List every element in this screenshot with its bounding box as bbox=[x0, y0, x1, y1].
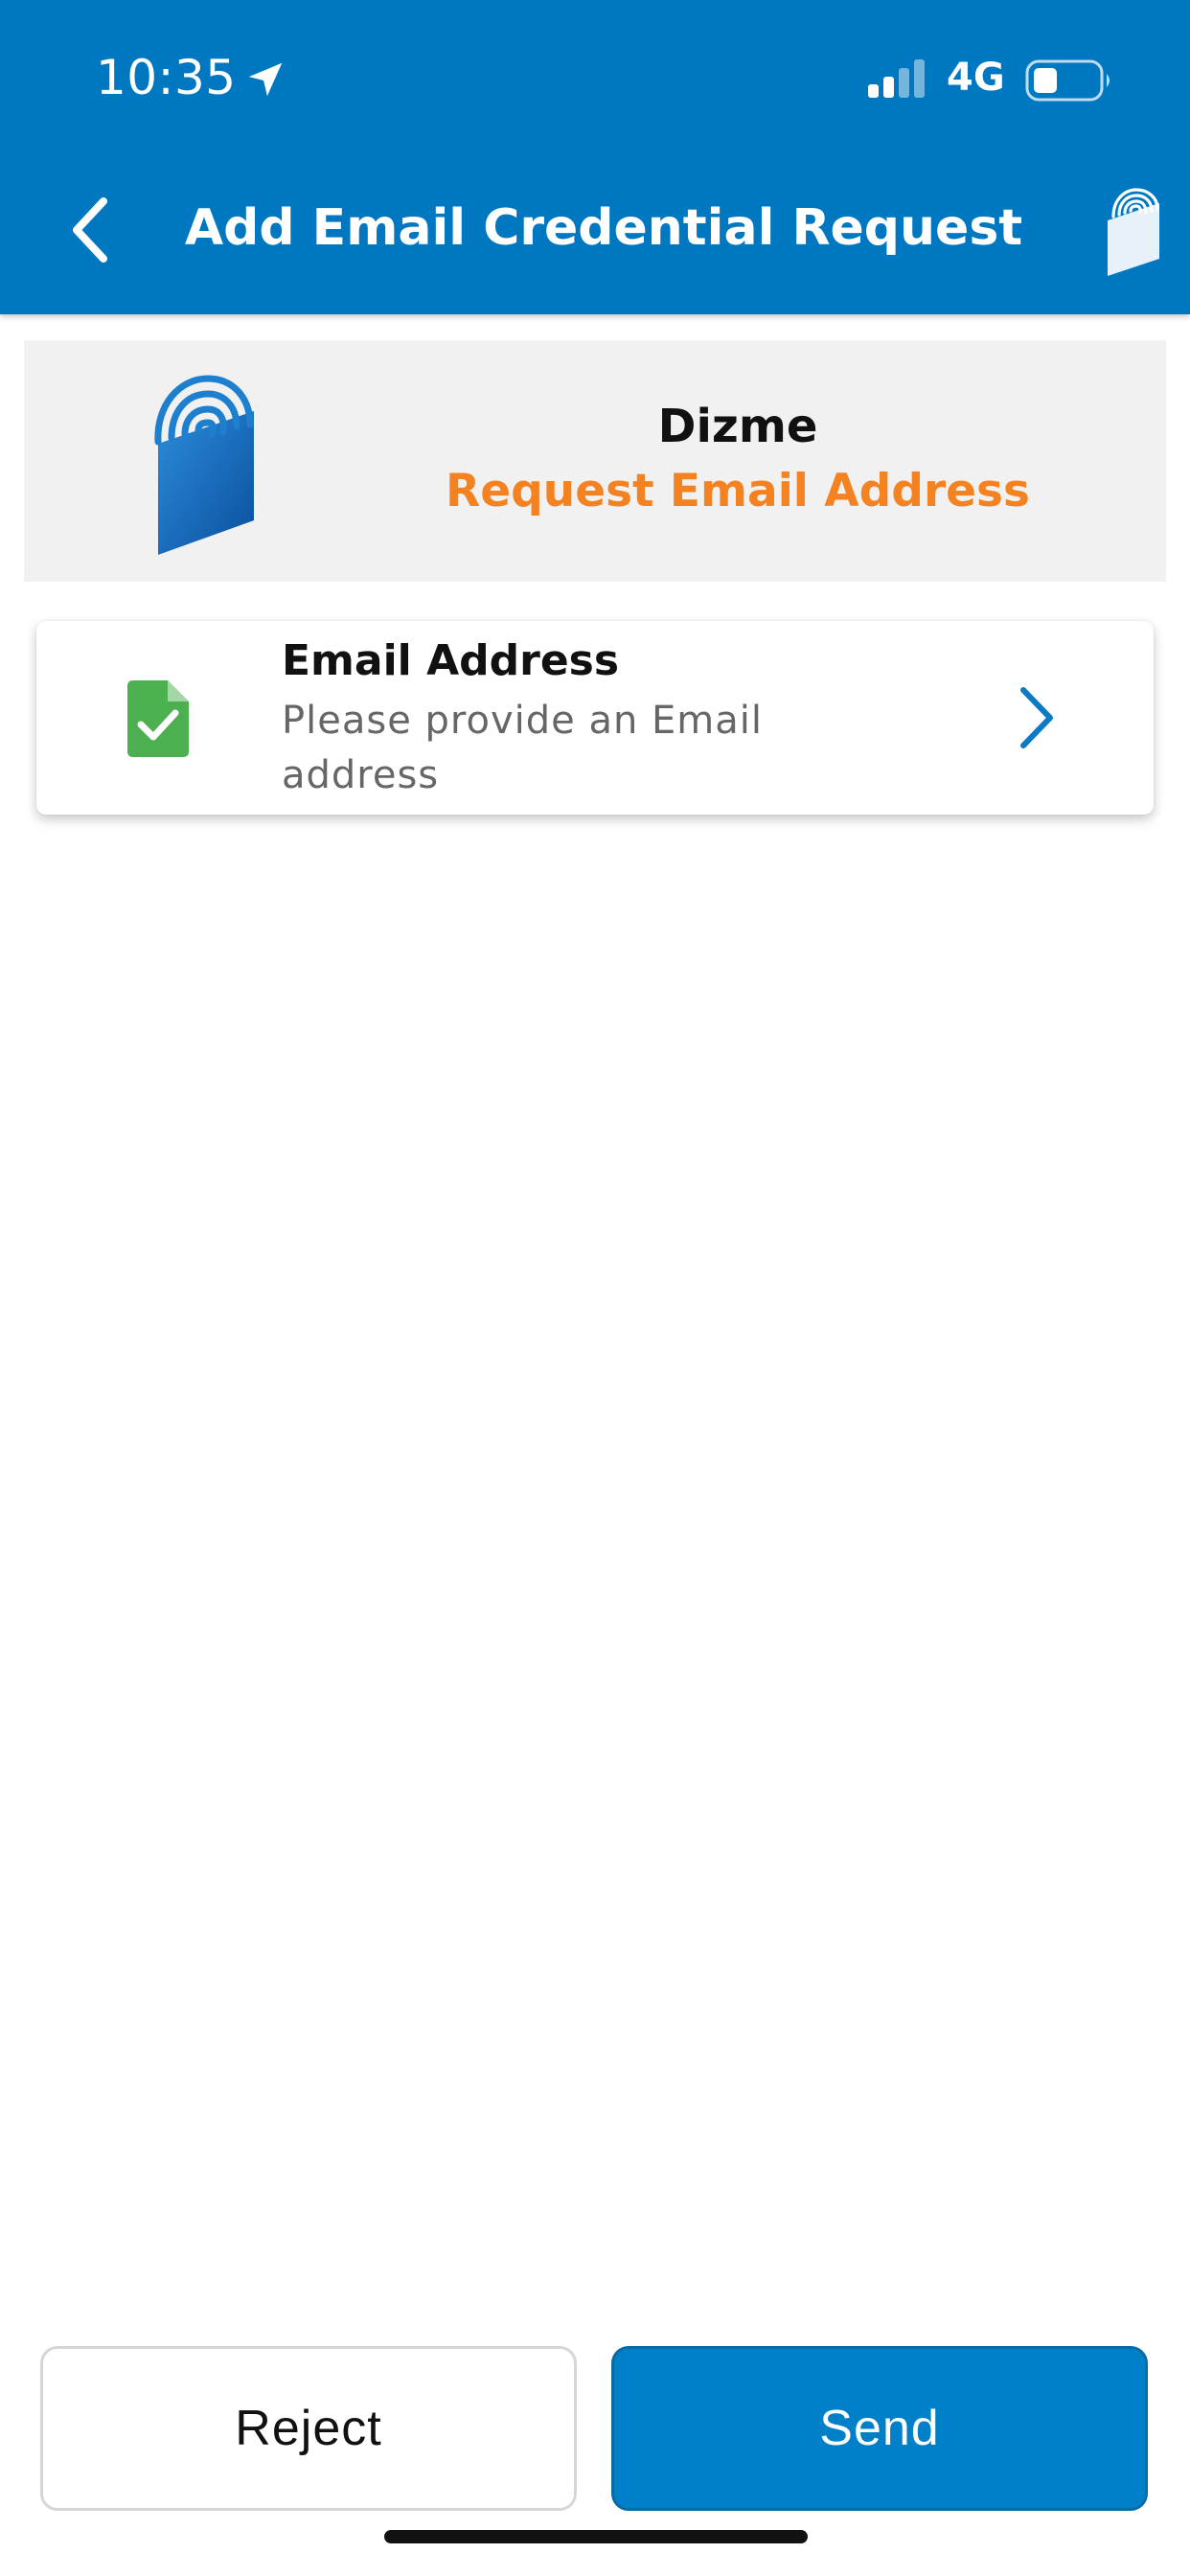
page-title: Add Email Credential Request bbox=[184, 199, 1023, 257]
document-check-icon bbox=[127, 680, 189, 757]
network-type: 4G bbox=[947, 56, 1005, 100]
issuer-card: Dizme Request Email Address bbox=[24, 340, 1166, 582]
app-header: 10:35 4G Add Email Credential Request bbox=[0, 0, 1190, 314]
home-indicator[interactable] bbox=[384, 2530, 808, 2543]
location-arrow-icon bbox=[248, 62, 283, 97]
issuer-name: Dizme bbox=[657, 400, 818, 453]
dizme-logo-icon bbox=[154, 375, 254, 555]
reject-button[interactable]: Reject bbox=[40, 2346, 577, 2511]
battery-icon bbox=[1025, 59, 1110, 102]
credential-title: Email Address bbox=[282, 636, 620, 685]
credential-description: Please provide an Email address bbox=[282, 699, 764, 797]
status-time: 10:35 bbox=[96, 50, 237, 105]
back-icon[interactable] bbox=[61, 192, 119, 268]
chevron-right-icon[interactable] bbox=[1014, 684, 1058, 751]
dizme-logo-icon bbox=[1108, 188, 1159, 276]
send-button[interactable]: Send bbox=[611, 2346, 1148, 2511]
request-label: Request Email Address bbox=[446, 465, 1030, 518]
signal-bars-icon bbox=[868, 59, 925, 98]
credential-item-email[interactable]: Email Address Please provide an Email ad… bbox=[36, 621, 1154, 815]
